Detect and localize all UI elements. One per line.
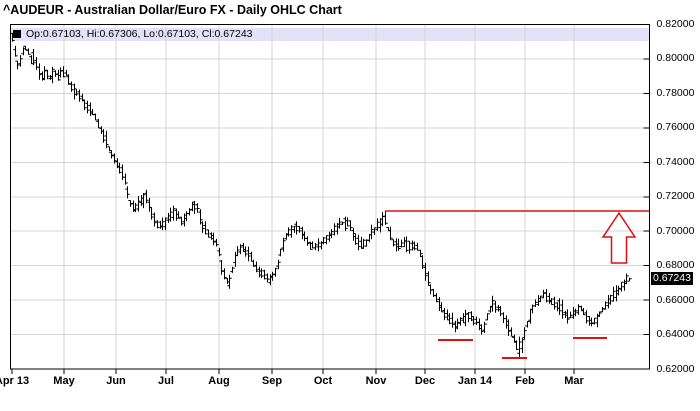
y-axis-label: 0.80000 [656,52,695,65]
ohlc-bars [10,32,632,358]
chart-window: ^AUDEUR - Australian Dollar/Euro FX - Da… [0,0,700,411]
ohlc-legend: Op:0.67103, Hi:0.67306, Lo:0.67103, Cl:0… [13,28,253,41]
y-axis-label: 0.72000 [656,190,695,203]
y-axis-label: 0.68000 [656,259,695,272]
y-axis-label: 0.64000 [656,328,695,341]
legend-ohlc-text: Op:0.67103, Hi:0.67306, Lo:0.67103, Cl:0… [26,28,253,40]
x-axis-label: Oct [313,375,333,387]
breakout-up-arrow-icon [601,211,637,264]
last-price-tag: 0.67243 [651,272,693,286]
x-axis-label: Jul [158,375,174,387]
legend-square-icon [13,30,21,38]
y-axis-label: 0.78000 [656,86,695,99]
x-axis-label: Mar [564,375,584,387]
y-axis-label: 0.74000 [656,155,695,168]
x-axis-label: May [53,375,75,387]
y-axis-label: 0.82000 [656,18,695,30]
y-axis-label: 0.76000 [656,121,695,134]
y-axis-label: 0.70000 [656,224,695,237]
ohlc-plot-canvas [10,24,650,374]
y-axis-label: 0.62000 [656,362,695,375]
x-axis-label: Aug [208,375,230,387]
y-axis-label: 0.66000 [656,293,695,306]
